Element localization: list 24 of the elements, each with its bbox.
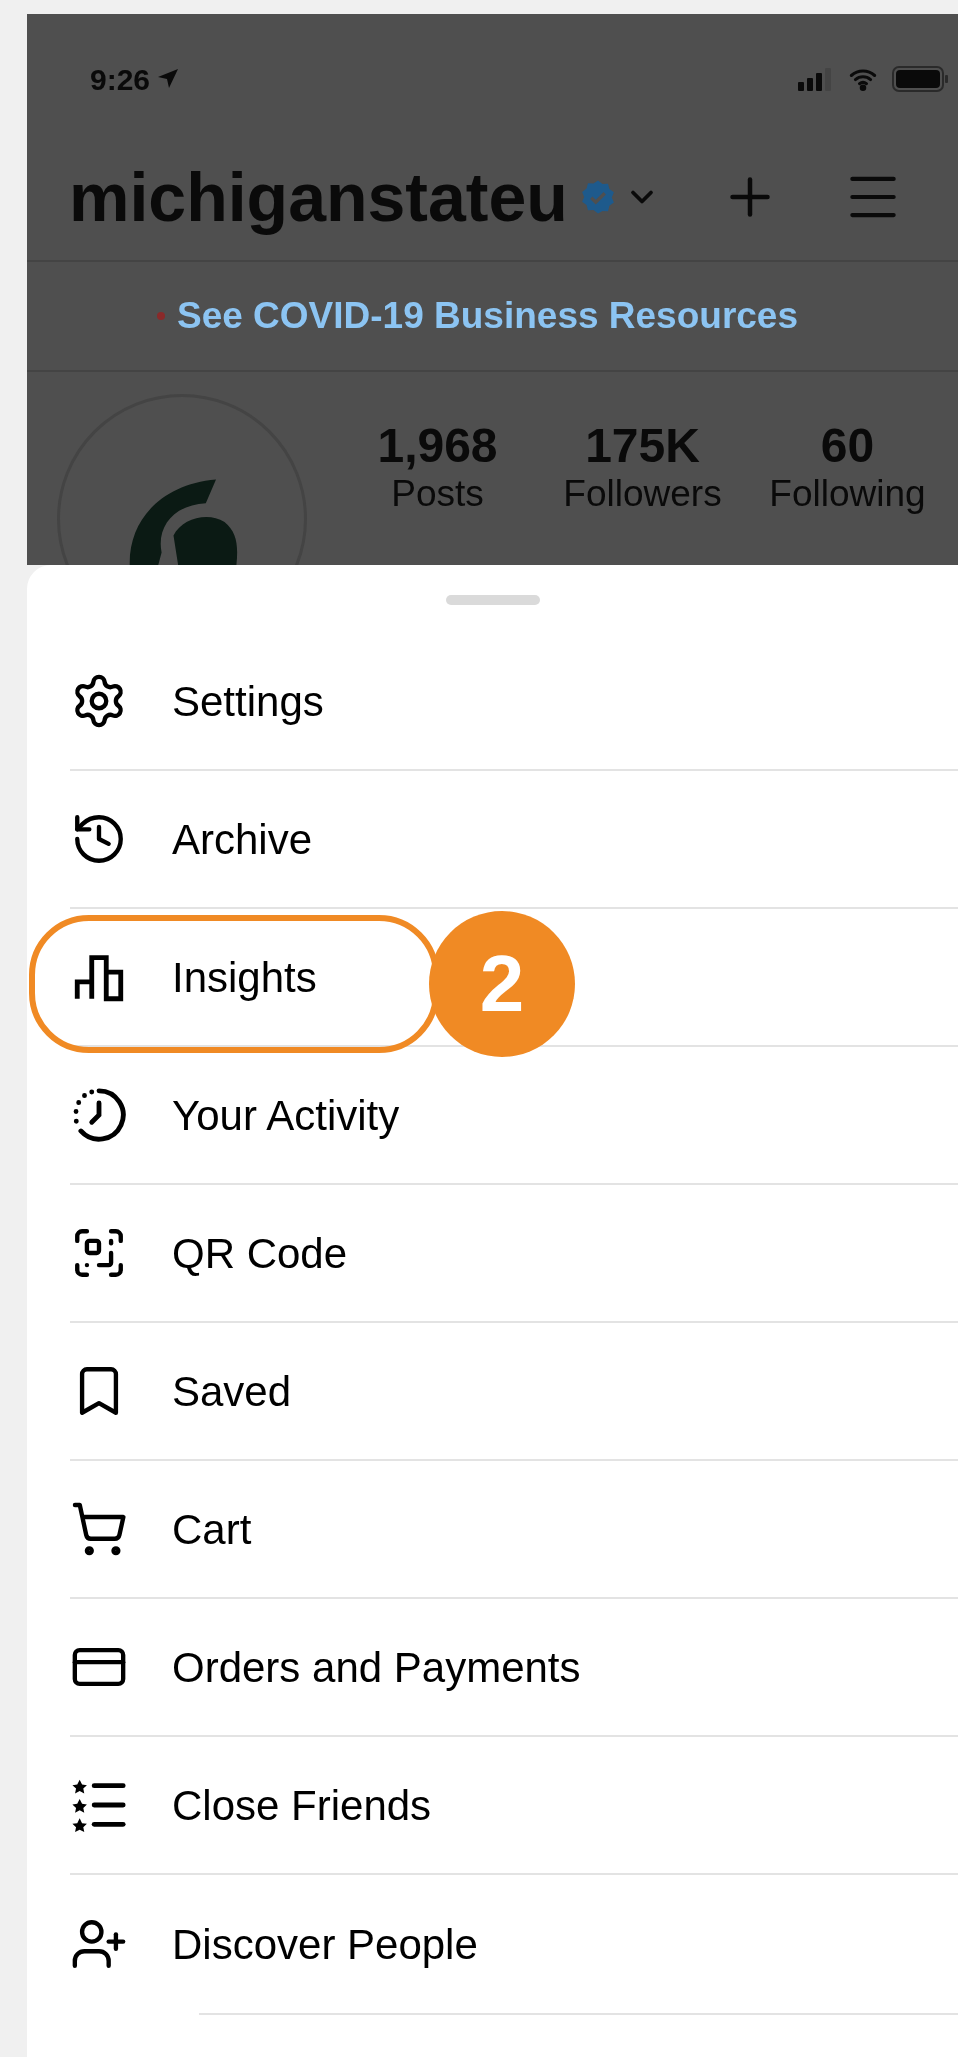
stat-value: 1,968: [377, 420, 498, 472]
menu-item[interactable]: Settings: [70, 669, 324, 733]
stat-label: Following: [769, 472, 926, 516]
stat-value: 175K: [585, 420, 700, 472]
battery-icon: [892, 66, 948, 92]
signal-icon: [798, 67, 834, 91]
menu-item[interactable]: Cart: [70, 1497, 252, 1561]
cart-icon: [70, 1500, 128, 1558]
menu-item[interactable]: Discover People: [70, 1912, 478, 1976]
status-time: 9:26: [90, 61, 151, 98]
menu-item[interactable]: Archive: [70, 807, 313, 871]
menu-item[interactable]: Your Activity: [70, 1083, 400, 1147]
menu-item[interactable]: Saved: [70, 1359, 292, 1423]
menu-item[interactable]: Insights: [70, 945, 317, 1009]
username: michiganstateu: [69, 158, 568, 237]
menu-item[interactable]: Orders and Payments: [70, 1635, 581, 1699]
drag-handle[interactable]: [445, 595, 540, 605]
menu-item[interactable]: Close Friends: [70, 1773, 432, 1837]
stat-label: Posts: [391, 472, 484, 516]
stat-label: Followers: [563, 472, 722, 516]
menu-item[interactable]: QR Code: [70, 1221, 348, 1285]
covid-resources-link[interactable]: See COVID-19 Business Resources: [176, 288, 799, 344]
step-badge: 2: [429, 911, 575, 1057]
stat-value: 60: [820, 420, 875, 472]
